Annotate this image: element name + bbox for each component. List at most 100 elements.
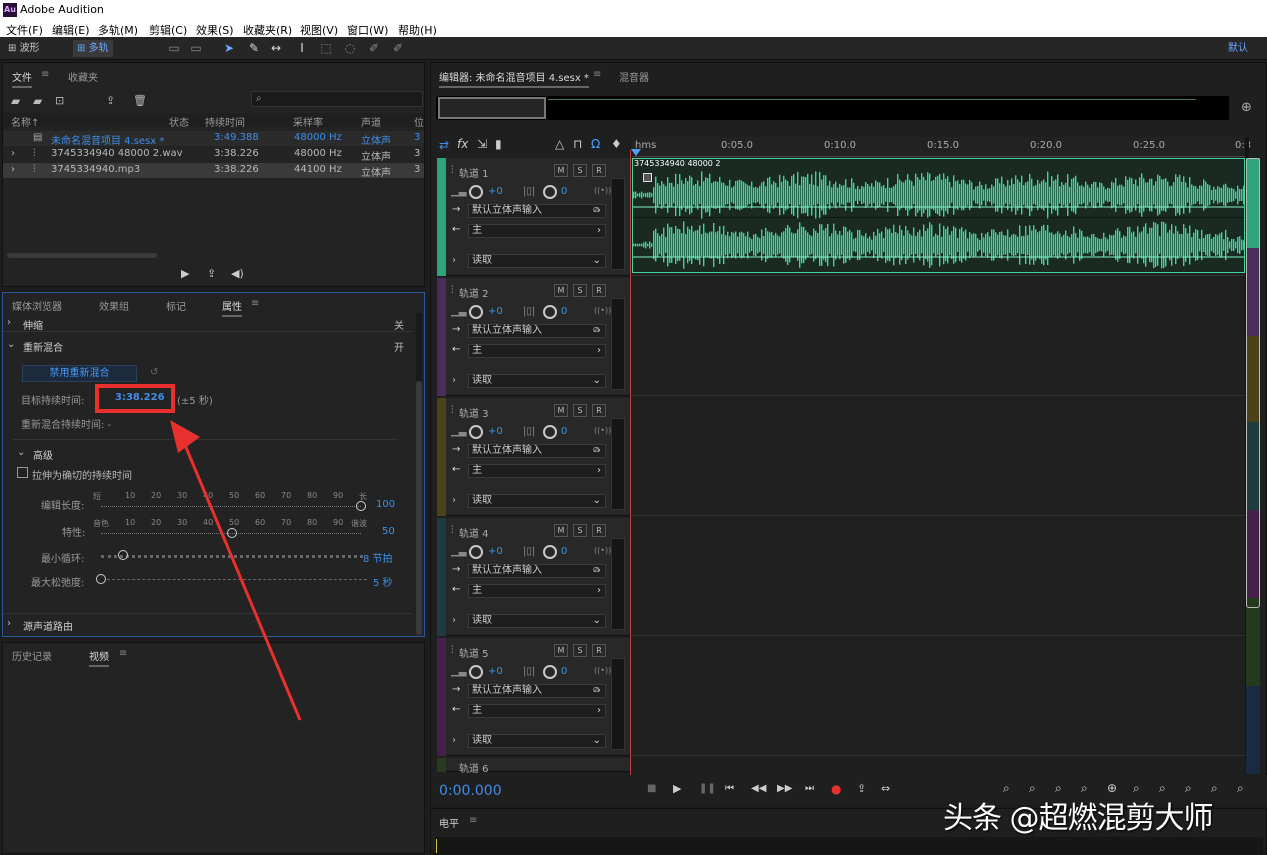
automation-mode-select[interactable]: 读取 ⌄ [468,374,606,388]
record-arm-button[interactable]: R [592,164,606,177]
pan-value[interactable]: 0 [561,426,567,437]
zoom-reset-icon[interactable]: ⌕ [1237,781,1244,796]
mute-button[interactable]: M [554,404,568,417]
remix-state[interactable]: 开 [394,339,404,354]
menu-help[interactable]: 帮助(H) [398,22,437,38]
volume-value[interactable]: +0 [488,426,503,437]
col-bits[interactable]: 位 [414,114,424,129]
expand-icon[interactable]: › [11,164,15,175]
menu-icon[interactable]: ≡ [469,815,477,826]
menu-clip[interactable]: 剪辑(C) [149,22,187,38]
metronome-icon[interactable]: △ [555,137,564,151]
playhead-marker[interactable] [631,149,641,156]
automation-mode-select[interactable]: 读取 ⌄ [468,614,606,628]
track-name[interactable]: 轨道 5 [459,645,489,660]
volume-value[interactable]: +0 [488,186,503,197]
col-channels[interactable]: 声道 [361,114,381,129]
mute-button[interactable]: M [554,524,568,537]
col-rate[interactable]: 采样率 [293,114,323,129]
chevron-down-icon[interactable]: ⌄ [7,339,15,350]
tab-effects-rack[interactable]: 效果组 [99,298,129,313]
character-value[interactable]: 50 [382,526,395,537]
track-scroll-thumb[interactable] [1246,158,1260,608]
stretch-state[interactable]: 关 [394,317,404,332]
zoom-fit-icon[interactable]: ⊕ [1241,100,1252,115]
overview-bar[interactable] [436,96,1229,120]
multitrack-view-button[interactable]: ⊞ 多轨 [73,40,113,57]
pan-value[interactable]: 0 [561,546,567,557]
record-arm-button[interactable]: R [592,404,606,417]
expand-icon[interactable]: › [11,148,15,159]
monitor-icon[interactable]: ((•)) [594,186,611,195]
monitor-icon[interactable]: ((•)) [594,306,611,315]
tab-editor[interactable]: 编辑器: 未命名混音项目 4.sesx * [439,69,589,88]
volume-knob[interactable] [469,665,483,679]
menu-icon[interactable]: ≡ [251,298,259,309]
expand-icon[interactable]: › [452,375,456,386]
menu-icon[interactable]: ≡ [593,69,601,80]
solo-button[interactable]: S [573,404,587,417]
tab-properties[interactable]: 属性 [222,298,242,317]
mute-button[interactable]: M [554,284,568,297]
current-time[interactable]: 0:00.000 [439,783,502,799]
menu-favorites[interactable]: 收藏夹(R) [243,22,292,38]
tab-media-browser[interactable]: 媒体浏览器 [12,298,62,313]
col-name[interactable]: 名称↑ [11,114,39,129]
sends-icon[interactable]: ⇲ [477,137,487,151]
menu-effects[interactable]: 效果(S) [196,22,234,38]
reset-icon[interactable]: ↺ [150,367,158,378]
pan-knob[interactable] [543,305,557,319]
track-header-3[interactable]: ⫶ 轨道 3 M S R ▁▃ +0 |▯| 0 ((•)) → 默认立体声输入… [437,398,630,516]
pan-value[interactable]: 0 [561,666,567,677]
solo-button[interactable]: S [573,644,587,657]
phase-icon[interactable]: ⌀ [593,564,599,575]
track-name[interactable]: 轨道 4 [459,525,489,540]
phase-icon[interactable]: ⌀ [593,684,599,695]
marquee-icon[interactable]: ⬚ [318,41,334,56]
forward-icon[interactable]: ▶▶ [777,783,792,794]
expand-icon[interactable]: › [452,735,456,746]
track-name[interactable]: 轨道 1 [459,165,489,180]
scrollbar-thumb[interactable] [416,381,422,635]
delete-icon[interactable]: 🗑 [133,94,147,107]
max-looseness-thumb[interactable] [96,574,106,584]
routing-section[interactable]: 源声道路由 [23,618,73,633]
marker-icon[interactable]: ♦ [611,137,622,151]
target-duration-value[interactable]: 3:38.226 [115,392,165,403]
swap-icon[interactable]: ⇄ [439,138,449,152]
tab-video[interactable]: 视频 [89,648,109,667]
stretch-section[interactable]: 伸缩 [23,317,43,332]
snap-icon[interactable]: ⊓ [573,137,582,151]
table-row[interactable]: › ⫶ 3745334940 48000 2.wav 3:38.226 4800… [3,147,424,163]
output-select[interactable]: 主 › [468,464,606,478]
volume-knob[interactable] [469,545,483,559]
solo-button[interactable]: S [573,284,587,297]
solo-button[interactable]: S [573,524,587,537]
fx-icon[interactable]: fx [457,137,468,151]
output-select[interactable]: 主 › [468,344,606,358]
volume-value[interactable]: +0 [488,666,503,677]
pan-knob[interactable] [543,545,557,559]
record-arm-button[interactable]: R [592,524,606,537]
table-row[interactable]: › ⫶ 3745334940.mp3 3:38.226 44100 Hz 立体声… [3,163,424,179]
tab-markers[interactable]: 标记 [166,298,186,313]
chevron-down-icon[interactable]: ⌄ [17,447,25,458]
loop-icon[interactable]: ⇪ [207,267,216,280]
record-arm-button[interactable]: R [592,644,606,657]
open-folder-icon[interactable]: ▰ [11,94,20,108]
input-select[interactable]: 默认立体声输入 › [468,684,606,698]
min-loop-value[interactable]: 8 节拍 [363,550,393,565]
edit-length-thumb[interactable] [356,501,366,511]
chevron-right-icon[interactable]: › [7,618,11,629]
audio-clip[interactable]: 3745334940 48000 2 [632,158,1245,273]
menu-multitrack[interactable]: 多轨(M) [98,22,138,38]
menu-file[interactable]: 文件(F) [6,22,43,38]
track-header-6[interactable]: 轨道 6 [437,758,630,775]
output-select[interactable]: 主 › [468,704,606,718]
input-select[interactable]: 默认立体声输入 › [468,324,606,338]
output-select[interactable]: 主 › [468,584,606,598]
timeline-ruler[interactable]: hms 0:05.0 0:10.0 0:15.0 0:20.0 0:25.0 0… [632,137,1251,157]
overview-viewport[interactable] [438,97,546,119]
track-lane-2[interactable] [631,278,1245,396]
search-input[interactable]: ⌕ [251,91,423,107]
